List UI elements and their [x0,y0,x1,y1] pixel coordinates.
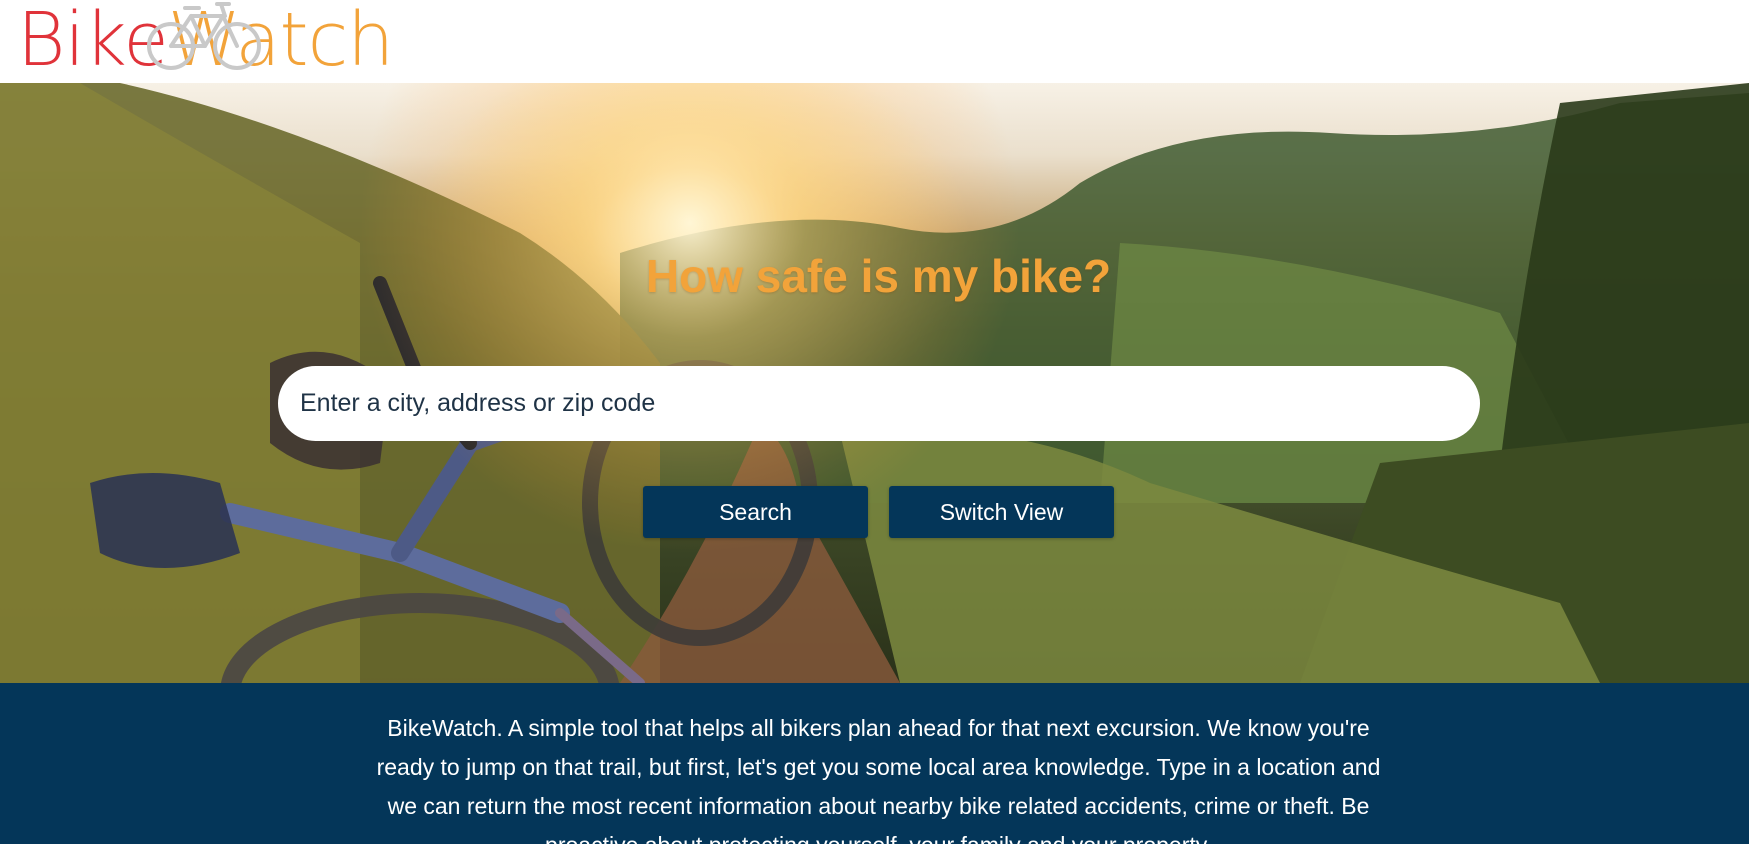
info-section: BikeWatch. A simple tool that helps all … [0,683,1749,844]
site-header: BikeWatch [0,0,1749,83]
hero-title: How safe is my bike? [645,250,1112,302]
switch-view-button[interactable]: Switch View [889,486,1114,538]
info-description: BikeWatch. A simple tool that helps all … [376,715,1381,844]
logo-text-bike: Bike [17,0,169,83]
location-search-input[interactable] [278,366,1480,441]
search-button[interactable]: Search [643,486,868,538]
hero-section: How safe is my bike? Search Switch View [0,83,1749,683]
bicycle-icon [147,2,261,70]
bikewatch-logo[interactable]: BikeWatch [17,0,487,83]
